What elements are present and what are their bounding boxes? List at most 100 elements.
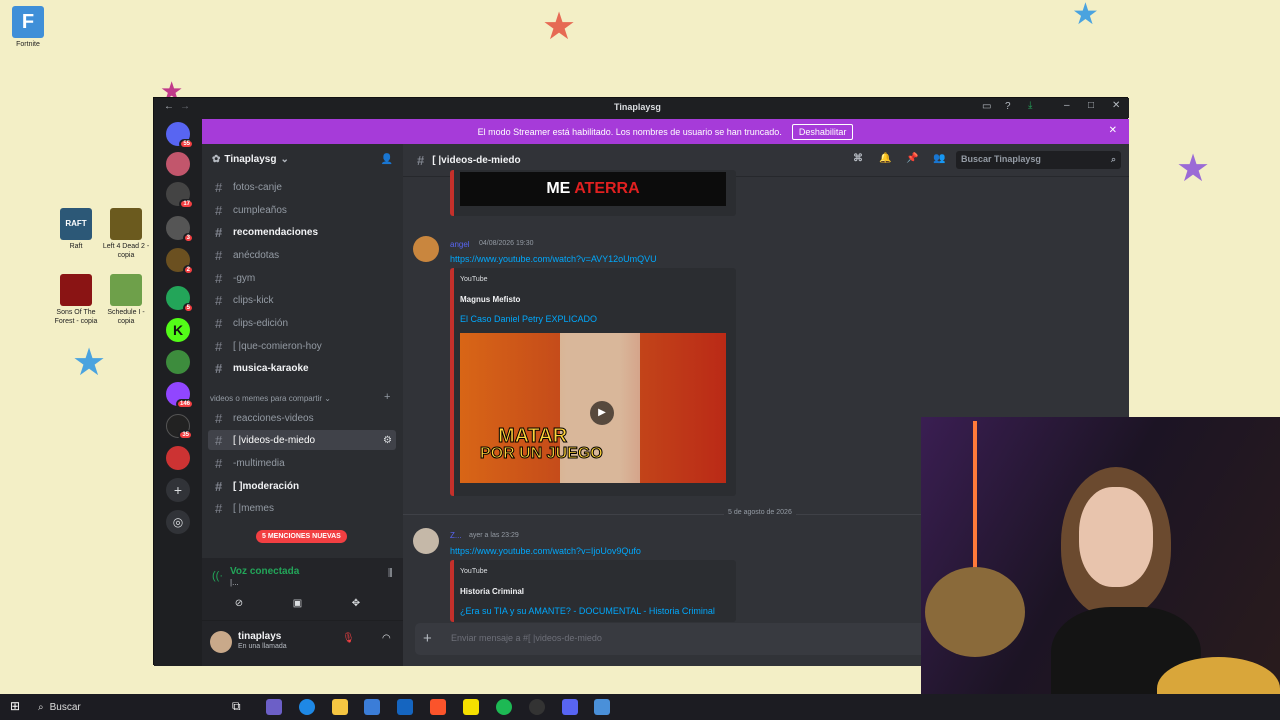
play-icon[interactable]: ▶ [590, 401, 614, 425]
category-header[interactable]: videos o memes para compartir ⌄ [210, 394, 331, 403]
embed-title[interactable]: ¿Era su TIA y su AMANTE? - DOCUMENTAL - … [460, 606, 730, 618]
twitch-server-icon[interactable]: 146 [166, 382, 194, 409]
download-icon[interactable]: ⤓ [1028, 100, 1032, 111]
embed-author[interactable]: Magnus Mefisto [460, 295, 520, 304]
store-icon[interactable] [364, 699, 380, 715]
forward-arrow-icon[interactable]: → [180, 101, 190, 112]
obs-icon[interactable] [529, 699, 545, 715]
channel-item[interactable]: #[ ]moderación [208, 476, 396, 496]
taskbar-search[interactable]: ⌕ Buscar [32, 697, 222, 717]
noise-suppression-icon[interactable]: ⫼ [388, 568, 393, 579]
person-face [1079, 487, 1153, 587]
avatar[interactable] [413, 236, 439, 262]
embed-provider: YouTube [460, 276, 488, 283]
channel-item[interactable]: # cumpleaños [208, 200, 396, 220]
inbox-icon[interactable]: ▭ [982, 101, 991, 112]
channel-item[interactable]: # clips-kick [208, 290, 396, 310]
banner-close-icon[interactable]: ✕ [1109, 125, 1117, 136]
edge-icon[interactable] [299, 699, 315, 715]
file-explorer-icon[interactable] [332, 699, 348, 715]
desktop-icon-schedule[interactable]: Schedule I - copia [98, 274, 154, 326]
mic-muted-icon[interactable]: 🎙 [342, 633, 355, 644]
minimize-icon[interactable]: – [1064, 100, 1070, 111]
message-author[interactable]: angel [450, 240, 470, 249]
add-channel-icon[interactable]: + [384, 391, 390, 403]
channel-item[interactable]: # -gym [208, 268, 396, 288]
bell-icon[interactable]: 🔔 [879, 153, 891, 164]
desktop-icon-fortnite[interactable]: F Fortnite [0, 6, 56, 49]
outlook-icon[interactable] [397, 699, 413, 715]
settings-icon[interactable]: ⚙ [383, 435, 392, 446]
video-thumbnail[interactable]: ME ATERRA [460, 172, 726, 206]
spotify-icon[interactable] [496, 699, 512, 715]
help-icon[interactable]: ? [1005, 101, 1011, 112]
server-name: Tinaplaysg [224, 153, 277, 165]
hash-icon: # [215, 360, 223, 376]
close-icon[interactable]: ✕ [1112, 100, 1120, 111]
hash-icon: # [215, 410, 223, 426]
server-icon[interactable] [166, 152, 190, 176]
message-time: ayer a las 23:29 [469, 532, 519, 539]
direct-messages-icon[interactable]: 55 [166, 122, 194, 149]
copilot-icon[interactable] [266, 699, 282, 715]
message-author[interactable]: Z... [450, 531, 462, 540]
channel-item[interactable]: # fotos-canje [208, 177, 396, 197]
back-arrow-icon[interactable]: ← [164, 101, 174, 112]
server-icon[interactable]: 35 [166, 414, 193, 440]
headphones-icon[interactable]: ◠ [382, 633, 391, 644]
channel-item[interactable]: #[ |memes [208, 498, 396, 518]
activities-icon[interactable]: ✥ [352, 598, 360, 609]
channel-item[interactable]: #[ |que-comieron-hoy [208, 336, 396, 356]
camera-off-icon[interactable]: ⊘ [235, 598, 243, 609]
channel-item[interactable]: # musica-karaoke [208, 358, 396, 378]
add-member-icon[interactable]: 👤 [381, 154, 393, 165]
channel-item[interactable]: # reacciones-videos [208, 408, 396, 428]
server-icon[interactable] [166, 446, 190, 470]
embed-card: YouTube Magnus Mefisto El Caso Daniel Pe… [450, 268, 736, 496]
pin-icon[interactable]: 📌 [906, 153, 918, 164]
server-icon[interactable]: 5 [166, 286, 194, 313]
channel-item-selected[interactable]: #[ |videos-de-miedo ⚙ [208, 430, 396, 450]
add-attachment-icon[interactable]: + [423, 630, 432, 647]
desktop-icon-left4dead[interactable]: Left 4 Dead 2 - copia [98, 208, 154, 260]
channel-item[interactable]: # anécdotas [208, 245, 396, 265]
date-divider: 5 de agosto de 2026 [724, 509, 796, 516]
server-icon[interactable]: 2 [166, 248, 194, 275]
add-server-icon[interactable]: + [166, 478, 190, 502]
app-icon[interactable] [594, 699, 610, 715]
server-header[interactable]: ✿ Tinaplaysg ⌄ 👤 [202, 144, 403, 174]
channel-item[interactable]: # clips-edición [208, 313, 396, 333]
message-link[interactable]: https://www.youtube.com/watch?v=IjoUov9Q… [450, 546, 641, 556]
task-view-icon[interactable]: ⧉ [232, 699, 248, 715]
avatar[interactable] [413, 528, 439, 554]
disable-button[interactable]: Deshabilitar [791, 123, 854, 140]
video-thumbnail[interactable]: ▶ MATAR POR UN JUEGO [460, 333, 726, 483]
embed-title[interactable]: El Caso Daniel Petry EXPLICADO [460, 314, 597, 324]
notes-icon[interactable] [463, 699, 479, 715]
kick-server-icon[interactable]: K [166, 318, 190, 342]
windows-start-icon[interactable]: ⊞ [10, 699, 20, 713]
desktop-icon-raft[interactable]: RAFT Raft [48, 208, 104, 251]
title-bar: ← → Tinaplaysg ▭ ? ⤓ – □ ✕ [154, 98, 1129, 118]
message-link[interactable]: https://www.youtube.com/watch?v=AVY12oUm… [450, 254, 657, 264]
discord-taskbar-icon[interactable] [562, 699, 578, 715]
channel-item[interactable]: # -multimedia [208, 453, 396, 473]
screen-share-icon[interactable]: ▣ [293, 598, 302, 609]
new-mentions-pill[interactable]: 5 MENCIONES NUEVAS [256, 530, 347, 543]
search-input[interactable]: Buscar Tinaplaysg ⌕ [956, 151, 1121, 169]
server-icon[interactable]: 3 [166, 216, 194, 243]
server-icon[interactable]: 17 [166, 182, 194, 209]
channel-item[interactable]: # recomendaciones [208, 222, 396, 242]
threads-icon[interactable]: ⌘ [853, 153, 863, 164]
hash-icon: # [215, 247, 223, 263]
embed-card: YouTube Historia Criminal ¿Era su TIA y … [450, 560, 736, 622]
voice-status: Voz conectada [230, 566, 300, 577]
explore-icon[interactable]: ◎ [166, 510, 190, 534]
embed-author[interactable]: Historia Criminal [460, 587, 524, 596]
members-icon[interactable]: 👥 [933, 153, 945, 164]
avatar[interactable] [210, 631, 232, 653]
server-icon[interactable] [166, 350, 190, 374]
desktop-icon-sons-of-forest[interactable]: Sons Of The Forest - copia [48, 274, 104, 326]
brave-icon[interactable] [430, 699, 446, 715]
maximize-icon[interactable]: □ [1088, 100, 1094, 111]
